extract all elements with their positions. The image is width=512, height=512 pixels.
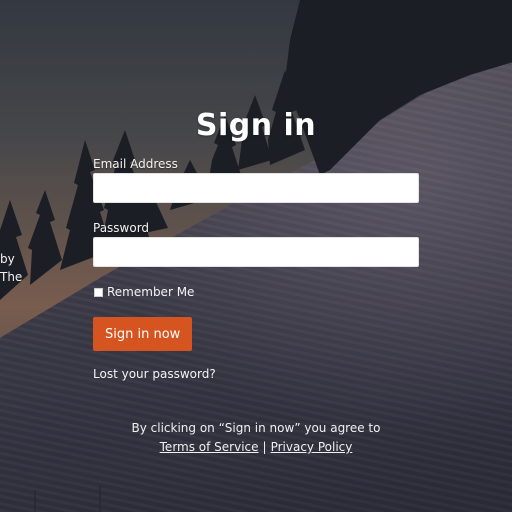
agree-text: By clicking on “Sign in now” you agree t… <box>131 421 381 435</box>
link-separator: | <box>262 440 267 454</box>
privacy-policy-link[interactable]: Privacy Policy <box>271 440 353 454</box>
email-label: Email Address <box>93 157 178 171</box>
legal-notice: By clicking on “Sign in now” you agree t… <box>93 419 419 457</box>
terms-of-service-link[interactable]: Terms of Service <box>160 440 259 454</box>
remember-me-row: Remember Me <box>93 285 419 299</box>
side-text-line: by <box>0 252 15 266</box>
password-label: Password <box>93 221 150 235</box>
cropped-side-text: by The <box>0 250 22 286</box>
sign-in-button[interactable]: Sign in now <box>93 317 193 351</box>
side-text-line: The <box>0 270 23 284</box>
email-field[interactable] <box>93 173 419 203</box>
sign-in-form: Sign in Email Address Password Remember … <box>93 108 419 457</box>
password-field[interactable] <box>93 237 419 267</box>
legal-links: Terms of Service | Privacy Policy <box>93 438 419 457</box>
lost-password-link[interactable]: Lost your password? <box>93 367 419 381</box>
page-title: Sign in <box>195 108 317 143</box>
remember-me-checkbox[interactable] <box>94 287 103 297</box>
remember-me-label[interactable]: Remember Me <box>107 285 194 299</box>
